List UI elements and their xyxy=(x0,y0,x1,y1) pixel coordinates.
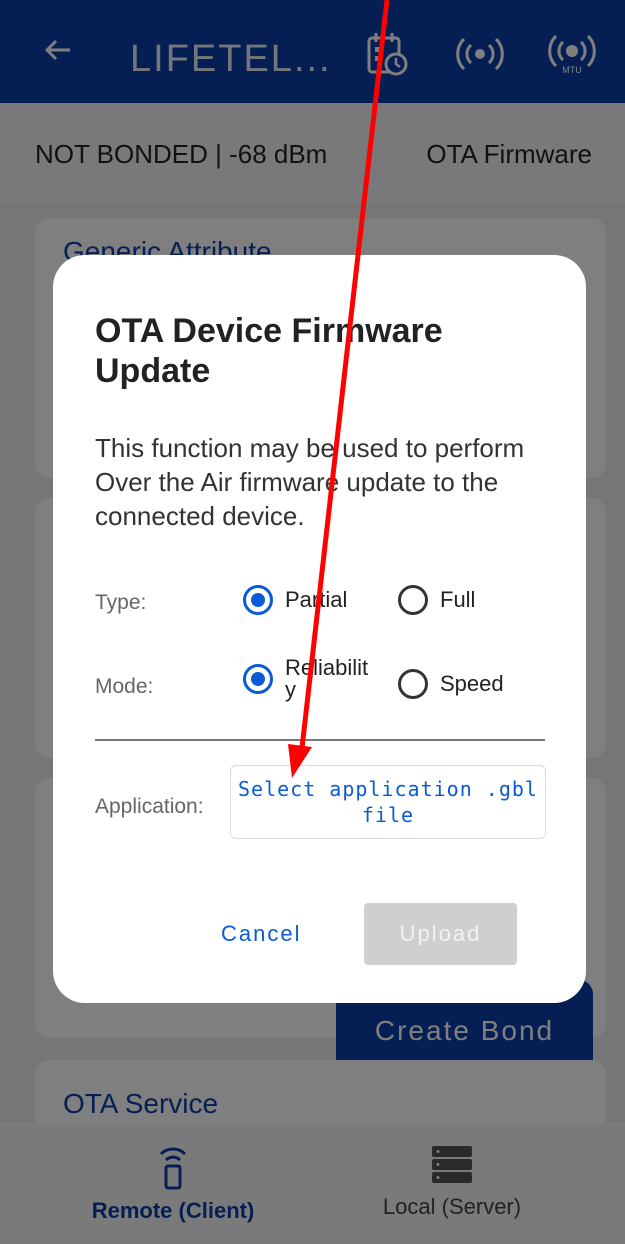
radio-label: Reliabilit y xyxy=(285,655,369,702)
select-application-button[interactable]: Select application .gbl file xyxy=(230,765,546,839)
radio-selected-icon xyxy=(243,585,273,615)
radio-selected-icon xyxy=(243,664,273,694)
radio-label: Speed xyxy=(440,671,504,696)
radio-label: Full xyxy=(440,587,476,612)
radio-type-partial[interactable]: Partial xyxy=(243,585,347,615)
radio-label: Partial xyxy=(285,587,348,612)
dialog-description: This function may be used to perform Ove… xyxy=(95,433,525,531)
radio-type-full[interactable]: Full xyxy=(398,585,475,615)
app-screen: LIFETEL... MTU xyxy=(0,0,625,1244)
upload-button[interactable]: Upload xyxy=(364,903,517,965)
cancel-button[interactable]: Cancel xyxy=(221,921,301,947)
application-label: Application: xyxy=(95,795,204,818)
radio-mode-reliability[interactable]: Reliabilit y xyxy=(243,655,369,702)
dialog-title: OTA Device Firmware Update xyxy=(95,312,443,390)
mode-label: Mode: xyxy=(95,675,154,698)
radio-unselected-icon xyxy=(398,585,428,615)
ota-update-dialog: OTA Device Firmware Update This function… xyxy=(53,255,586,1003)
radio-unselected-icon xyxy=(398,669,428,699)
type-label: Type: xyxy=(95,591,147,614)
divider xyxy=(95,739,545,741)
radio-mode-speed[interactable]: Speed xyxy=(398,669,504,699)
